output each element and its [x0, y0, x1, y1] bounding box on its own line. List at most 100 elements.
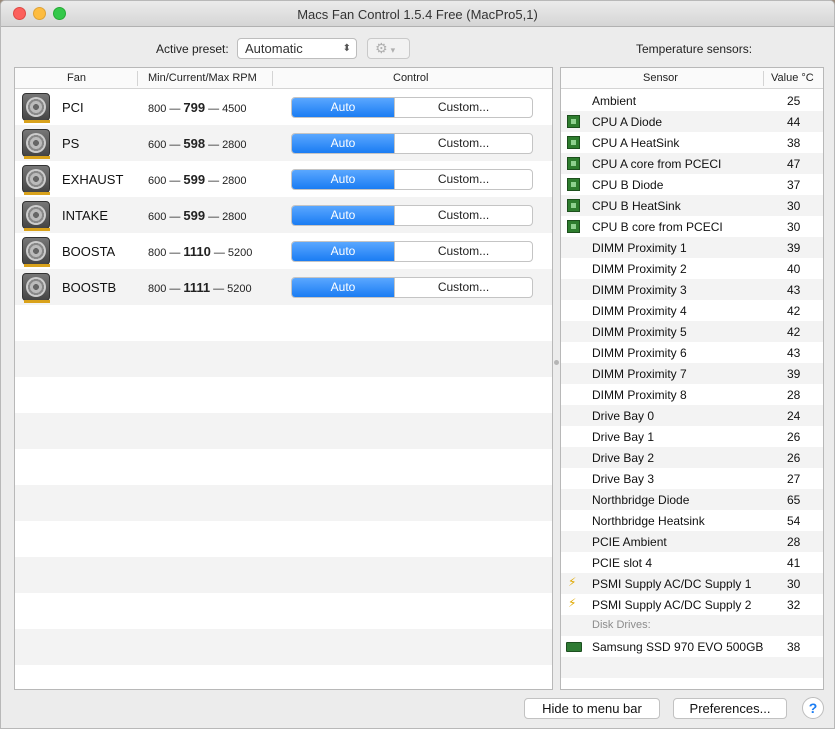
sensor-row[interactable]: Drive Bay 3 27: [561, 468, 823, 489]
sensor-row[interactable]: Ambient 25: [561, 90, 823, 111]
sensor-row[interactable]: DIMM Proximity 5 42: [561, 321, 823, 342]
sensor-value: 65: [787, 493, 801, 507]
fan-control-segmented: Auto Custom...: [291, 133, 533, 154]
preferences-button[interactable]: Preferences...: [673, 698, 787, 719]
cpu-chip-icon: [567, 199, 580, 212]
control-column-header[interactable]: Control: [393, 72, 428, 84]
fan-icon: [22, 129, 50, 159]
sensor-row[interactable]: CPU B core from PCECI 30: [561, 216, 823, 237]
empty-row: [15, 305, 552, 341]
sensor-row[interactable]: CPU B Diode 37: [561, 174, 823, 195]
auto-button[interactable]: Auto: [292, 170, 394, 189]
fan-row[interactable]: BOOSTA 800—1110—5200 Auto Custom...: [15, 233, 552, 269]
sensor-row[interactable]: CPU A Diode 44: [561, 111, 823, 132]
fan-icon: [22, 201, 50, 231]
sensor-name: PSMI Supply AC/DC Supply 2: [592, 598, 752, 612]
value-column-header[interactable]: Value °C: [771, 72, 814, 84]
custom-button[interactable]: Custom...: [394, 242, 532, 261]
sensor-value: 28: [787, 535, 801, 549]
sensor-row[interactable]: Drive Bay 1 26: [561, 426, 823, 447]
sensor-name: PSMI Supply AC/DC Supply 1: [592, 577, 752, 591]
hide-to-menu-bar-button[interactable]: Hide to menu bar: [524, 698, 660, 719]
auto-button[interactable]: Auto: [292, 134, 394, 153]
fan-current-rpm: 599: [183, 172, 206, 187]
preset-settings-button[interactable]: ⚙ ▾: [367, 38, 410, 59]
fan-column-header[interactable]: Fan: [67, 72, 86, 84]
empty-row: [15, 521, 552, 557]
fan-max-rpm: 2800: [222, 175, 247, 187]
fan-row[interactable]: PCI 800—799—4500 Auto Custom...: [15, 89, 552, 125]
sensor-row[interactable]: DIMM Proximity 1 39: [561, 237, 823, 258]
auto-button[interactable]: Auto: [292, 206, 394, 225]
custom-button[interactable]: Custom...: [394, 134, 532, 153]
sensor-row[interactable]: Samsung SSD 970 EVO 500GB 38: [561, 636, 823, 657]
empty-row: [15, 377, 552, 413]
empty-row: [15, 485, 552, 521]
sensor-row[interactable]: PCIE slot 4 41: [561, 552, 823, 573]
sensor-row[interactable]: DIMM Proximity 3 43: [561, 279, 823, 300]
fan-control-segmented: Auto Custom...: [291, 241, 533, 262]
rpm-separator: —: [213, 283, 225, 295]
sensor-name: PCIE slot 4: [592, 556, 653, 570]
fan-min-rpm: 800: [148, 247, 167, 259]
sensor-row[interactable]: CPU A HeatSink 38: [561, 132, 823, 153]
sensor-row[interactable]: Drive Bay 2 26: [561, 447, 823, 468]
sensor-value: 28: [787, 388, 801, 402]
window-title: Macs Fan Control 1.5.4 Free (MacPro5,1): [297, 7, 538, 22]
custom-button[interactable]: Custom...: [394, 278, 532, 297]
custom-button[interactable]: Custom...: [394, 170, 532, 189]
chevron-updown-icon: ⬍: [342, 43, 351, 54]
sensor-value: 38: [787, 640, 801, 654]
rpm-column-header[interactable]: Min/Current/Max RPM: [148, 72, 257, 84]
sensor-row[interactable]: Northbridge Heatsink 54: [561, 510, 823, 531]
sensor-row[interactable]: DIMM Proximity 4 42: [561, 300, 823, 321]
sensor-value: 41: [787, 556, 801, 570]
rpm-separator: —: [169, 139, 181, 151]
fan-row[interactable]: BOOSTB 800—1111—5200 Auto Custom...: [15, 269, 552, 305]
sensor-row[interactable]: DIMM Proximity 6 43: [561, 342, 823, 363]
sensor-row[interactable]: CPU B HeatSink 30: [561, 195, 823, 216]
sensor-row[interactable]: ⚡ PSMI Supply AC/DC Supply 2 32: [561, 594, 823, 615]
sensor-row[interactable]: Drive Bay 0 24: [561, 405, 823, 426]
gear-icon: ⚙: [375, 40, 388, 56]
sensor-value: 26: [787, 451, 801, 465]
sensor-column-header[interactable]: Sensor: [643, 72, 678, 84]
auto-button[interactable]: Auto: [292, 278, 394, 297]
sensor-row[interactable]: DIMM Proximity 7 39: [561, 363, 823, 384]
split-view-handle[interactable]: [554, 360, 559, 365]
sensor-row[interactable]: PCIE Ambient 28: [561, 531, 823, 552]
sensor-value: 26: [787, 430, 801, 444]
sensor-name: DIMM Proximity 3: [592, 283, 687, 297]
sensor-value: 43: [787, 283, 801, 297]
sensor-name: DIMM Proximity 6: [592, 346, 687, 360]
sensor-name: CPU A Diode: [592, 115, 663, 129]
sensor-name: CPU A core from PCECI: [592, 157, 722, 171]
sensor-table: Sensor Value °C Ambient 25 CPU A Diode 44 CP…: [560, 67, 824, 690]
fan-rpm: 600—598—2800: [148, 136, 268, 151]
preset-select[interactable]: Automatic ⬍: [237, 38, 357, 59]
auto-button[interactable]: Auto: [292, 242, 394, 261]
custom-button[interactable]: Custom...: [394, 98, 532, 117]
sensor-value: 38: [787, 136, 801, 150]
sensor-value: 54: [787, 514, 801, 528]
fan-row[interactable]: EXHAUST 600—599—2800 Auto Custom...: [15, 161, 552, 197]
sensor-value: 24: [787, 409, 801, 423]
fan-rpm: 600—599—2800: [148, 208, 268, 223]
empty-row: [15, 413, 552, 449]
sensor-row[interactable]: Northbridge Diode 65: [561, 489, 823, 510]
sensor-row[interactable]: ⚡ PSMI Supply AC/DC Supply 1 30: [561, 573, 823, 594]
fan-row[interactable]: PS 600—598—2800 Auto Custom...: [15, 125, 552, 161]
sensor-row[interactable]: DIMM Proximity 2 40: [561, 258, 823, 279]
ssd-drive-icon: [566, 642, 582, 652]
sensor-name: DIMM Proximity 2: [592, 262, 687, 276]
empty-row: [15, 341, 552, 377]
sensor-name: Drive Bay 1: [592, 430, 655, 444]
fan-row[interactable]: INTAKE 600—599—2800 Auto Custom...: [15, 197, 552, 233]
sensor-row[interactable]: CPU A core from PCECI 47: [561, 153, 823, 174]
sensor-row[interactable]: DIMM Proximity 8 28: [561, 384, 823, 405]
fan-max-rpm: 5200: [227, 247, 253, 259]
custom-button[interactable]: Custom...: [394, 206, 532, 225]
help-button[interactable]: ?: [802, 697, 824, 719]
sensor-name: Disk Drives:: [592, 619, 651, 631]
auto-button[interactable]: Auto: [292, 98, 394, 117]
